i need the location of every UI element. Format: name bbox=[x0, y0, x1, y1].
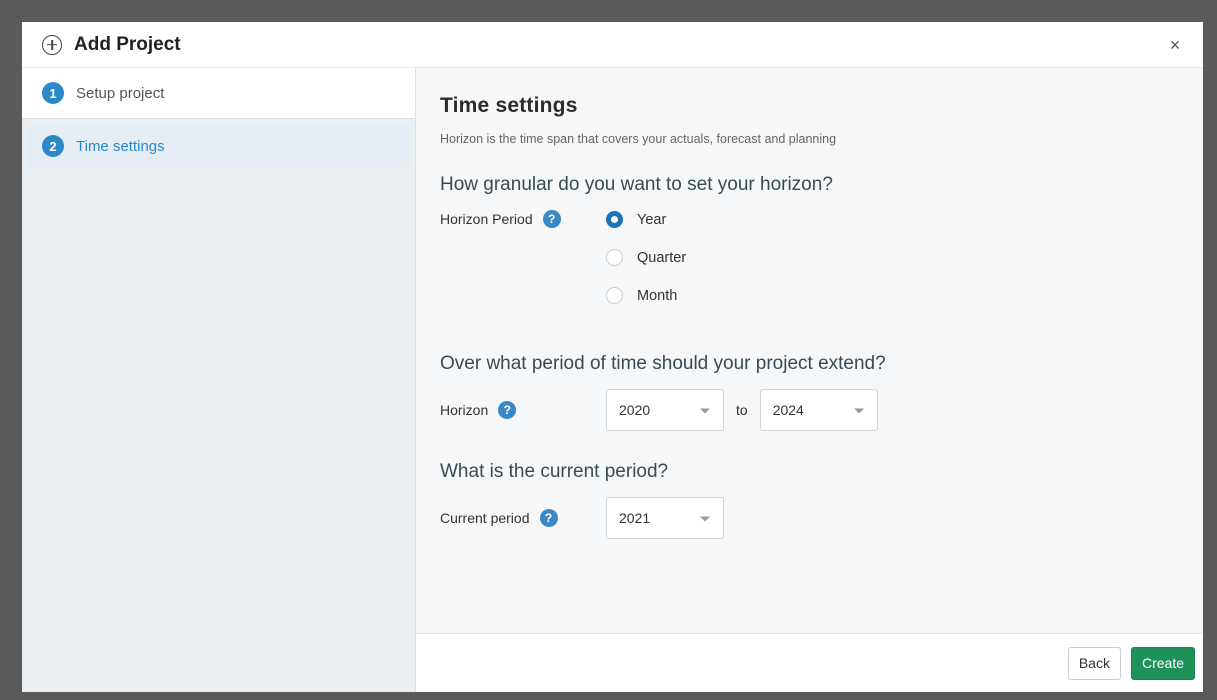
radio-button[interactable] bbox=[606, 287, 623, 304]
time-settings-form: Time settings Horizon is the time span t… bbox=[416, 68, 1203, 633]
horizon-to-select[interactable]: 2024 bbox=[759, 389, 878, 431]
horizon-question: Over what period of time should your pro… bbox=[440, 353, 886, 374]
chevron-down-icon bbox=[853, 408, 864, 414]
step-setup-project[interactable]: 1 Setup project bbox=[22, 68, 415, 119]
radio-label: Quarter bbox=[637, 249, 687, 266]
current-period-row: Current period ? 2021 bbox=[440, 497, 1179, 539]
plus-circle-icon bbox=[42, 34, 62, 55]
current-period-label: Current period bbox=[440, 510, 530, 526]
radio-year[interactable]: Year bbox=[606, 210, 686, 229]
horizon-label-group: Horizon ? bbox=[440, 401, 606, 419]
horizon-from-select[interactable]: 2020 bbox=[606, 389, 724, 431]
radio-button-checked[interactable] bbox=[606, 211, 623, 228]
radio-month[interactable]: Month bbox=[606, 286, 686, 305]
dialog-title: Add Project bbox=[74, 33, 181, 55]
select-value: 2024 bbox=[772, 402, 804, 418]
horizon-period-label-group: Horizon Period ? bbox=[440, 210, 606, 228]
step-label: Setup project bbox=[76, 84, 165, 102]
help-icon[interactable]: ? bbox=[539, 509, 558, 527]
horizon-row: Horizon ? 2020 to 2024 bbox=[440, 389, 1179, 431]
step-number-badge: 1 bbox=[42, 82, 64, 104]
to-separator: to bbox=[736, 402, 748, 418]
radio-button[interactable] bbox=[606, 249, 623, 266]
current-period-label-group: Current period ? bbox=[440, 509, 606, 527]
help-icon[interactable]: ? bbox=[498, 401, 517, 419]
radio-label: Month bbox=[637, 287, 678, 304]
create-button[interactable]: Create bbox=[1130, 646, 1195, 680]
dialog-header: Add Project × bbox=[22, 22, 1203, 68]
select-value: 2021 bbox=[619, 510, 651, 526]
steps-sidebar: 1 Setup project 2 Time settings bbox=[22, 68, 416, 692]
step-label: Time settings bbox=[76, 137, 165, 155]
chevron-down-icon bbox=[700, 516, 710, 522]
help-icon[interactable]: ? bbox=[542, 210, 561, 228]
main-panel: Time settings Horizon is the time span t… bbox=[416, 68, 1203, 692]
dialog-body: 1 Setup project 2 Time settings Time set… bbox=[22, 68, 1203, 692]
step-number-badge: 2 bbox=[42, 135, 64, 157]
page-title: Time settings bbox=[440, 94, 578, 117]
back-button[interactable]: Back bbox=[1067, 646, 1121, 680]
horizon-label: Horizon bbox=[440, 402, 489, 418]
horizon-period-row: Horizon Period ? Year Quarter Month bbox=[440, 210, 1179, 305]
radio-quarter[interactable]: Quarter bbox=[606, 248, 686, 267]
dialog-footer: Back Create bbox=[416, 633, 1203, 692]
current-period-select[interactable]: 2021 bbox=[606, 497, 724, 539]
current-period-question: What is the current period? bbox=[440, 461, 669, 482]
radio-label: Year bbox=[637, 211, 667, 228]
granularity-question: How granular do you want to set your hor… bbox=[440, 174, 833, 195]
horizon-period-radio-group: Year Quarter Month bbox=[606, 210, 686, 305]
select-value: 2020 bbox=[619, 402, 651, 418]
horizon-period-label: Horizon Period bbox=[440, 211, 533, 227]
step-time-settings[interactable]: 2 Time settings bbox=[27, 124, 410, 168]
close-icon[interactable]: × bbox=[1165, 36, 1185, 54]
chevron-down-icon bbox=[700, 408, 710, 414]
add-project-dialog: Add Project × 1 Setup project 2 Time set… bbox=[22, 22, 1203, 692]
page-subtitle: Horizon is the time span that covers you… bbox=[440, 132, 837, 146]
